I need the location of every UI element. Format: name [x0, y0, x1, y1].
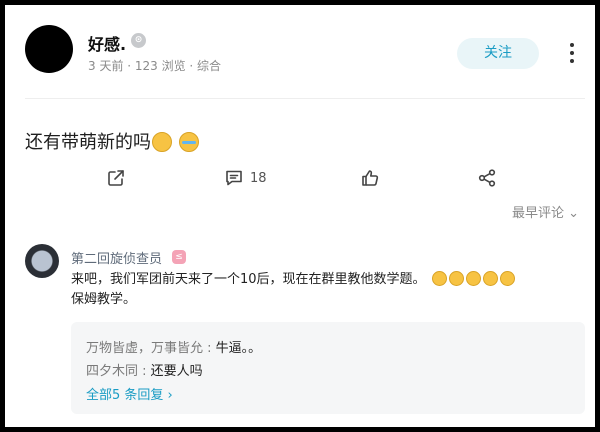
screen-frame-right [595, 0, 600, 432]
crying-face-emoji-icon [178, 132, 199, 152]
commenter-avatar[interactable] [25, 244, 59, 278]
reply-author: 万物皆虚，万事皆允 : [86, 341, 216, 356]
forward-icon [478, 169, 496, 187]
view-all-replies-label: 全部5 条回复 [86, 388, 164, 403]
chevron-right-icon: › [167, 388, 173, 403]
reply-item[interactable]: 四夕木同 : 还要人吗 [86, 360, 203, 379]
laughing-emoji-icon [465, 271, 481, 286]
share-button[interactable] [106, 166, 126, 190]
header-divider [25, 98, 585, 99]
follow-button[interactable]: 关注 [457, 38, 539, 69]
reply-author: 四夕木同 : [86, 364, 151, 379]
post-meta: 3 天前 · 123 浏览 · 综合 [88, 59, 222, 73]
user-badge-icon: ≤ [172, 250, 186, 264]
comment-button[interactable]: 18 [224, 166, 267, 190]
reply-text: 还要人吗 [150, 364, 203, 379]
author-avatar[interactable] [25, 25, 73, 73]
comment-icon [226, 170, 242, 186]
share-icon [108, 170, 124, 186]
post-content: 还有带萌新的吗 [25, 128, 199, 154]
chevron-down-icon: ⌄ [568, 206, 580, 221]
screen-frame-bottom [0, 427, 600, 432]
screen-frame-top [0, 0, 600, 5]
post-text: 还有带萌新的吗 [25, 132, 151, 153]
view-all-replies-link[interactable]: 全部5 条回复 › [86, 384, 173, 403]
level-badge-icon: ⊙ [131, 33, 146, 48]
like-button[interactable] [360, 166, 380, 190]
comment-text-line2: 保姆教学。 [71, 292, 137, 307]
comment-count: 18 [250, 170, 267, 186]
sad-face-emoji-icon [152, 132, 172, 152]
laughing-emoji-icon [431, 271, 447, 286]
comment-text-line1: 来吧，我们军团前天来了一个10后，现在在群里教他数学题。 [71, 272, 426, 287]
like-icon [362, 170, 379, 186]
laughing-emoji-icon [448, 271, 464, 286]
screen-frame-left [0, 0, 5, 432]
laughing-emoji-icon [482, 271, 498, 286]
reply-text: 牛逼。。 [215, 341, 262, 356]
author-name[interactable]: 好感. [88, 31, 126, 55]
sort-label: 最早评论 [512, 206, 565, 221]
comment-text: 来吧，我们军团前天来了一个10后，现在在群里教他数学题。 保姆教学。 [71, 270, 571, 310]
laughing-emoji-icon [499, 271, 515, 286]
replies-box: 万物皆虚，万事皆允 : 牛逼。。 四夕木同 : 还要人吗 全部5 条回复 › [71, 322, 585, 414]
commenter-name[interactable]: 第二回旋侦查员 [71, 248, 162, 267]
reply-item[interactable]: 万物皆虚，万事皆允 : 牛逼。。 [86, 337, 261, 356]
sort-dropdown[interactable]: 最早评论 ⌄ [512, 202, 579, 221]
more-options-icon[interactable] [565, 40, 579, 66]
forward-button[interactable] [477, 166, 497, 190]
